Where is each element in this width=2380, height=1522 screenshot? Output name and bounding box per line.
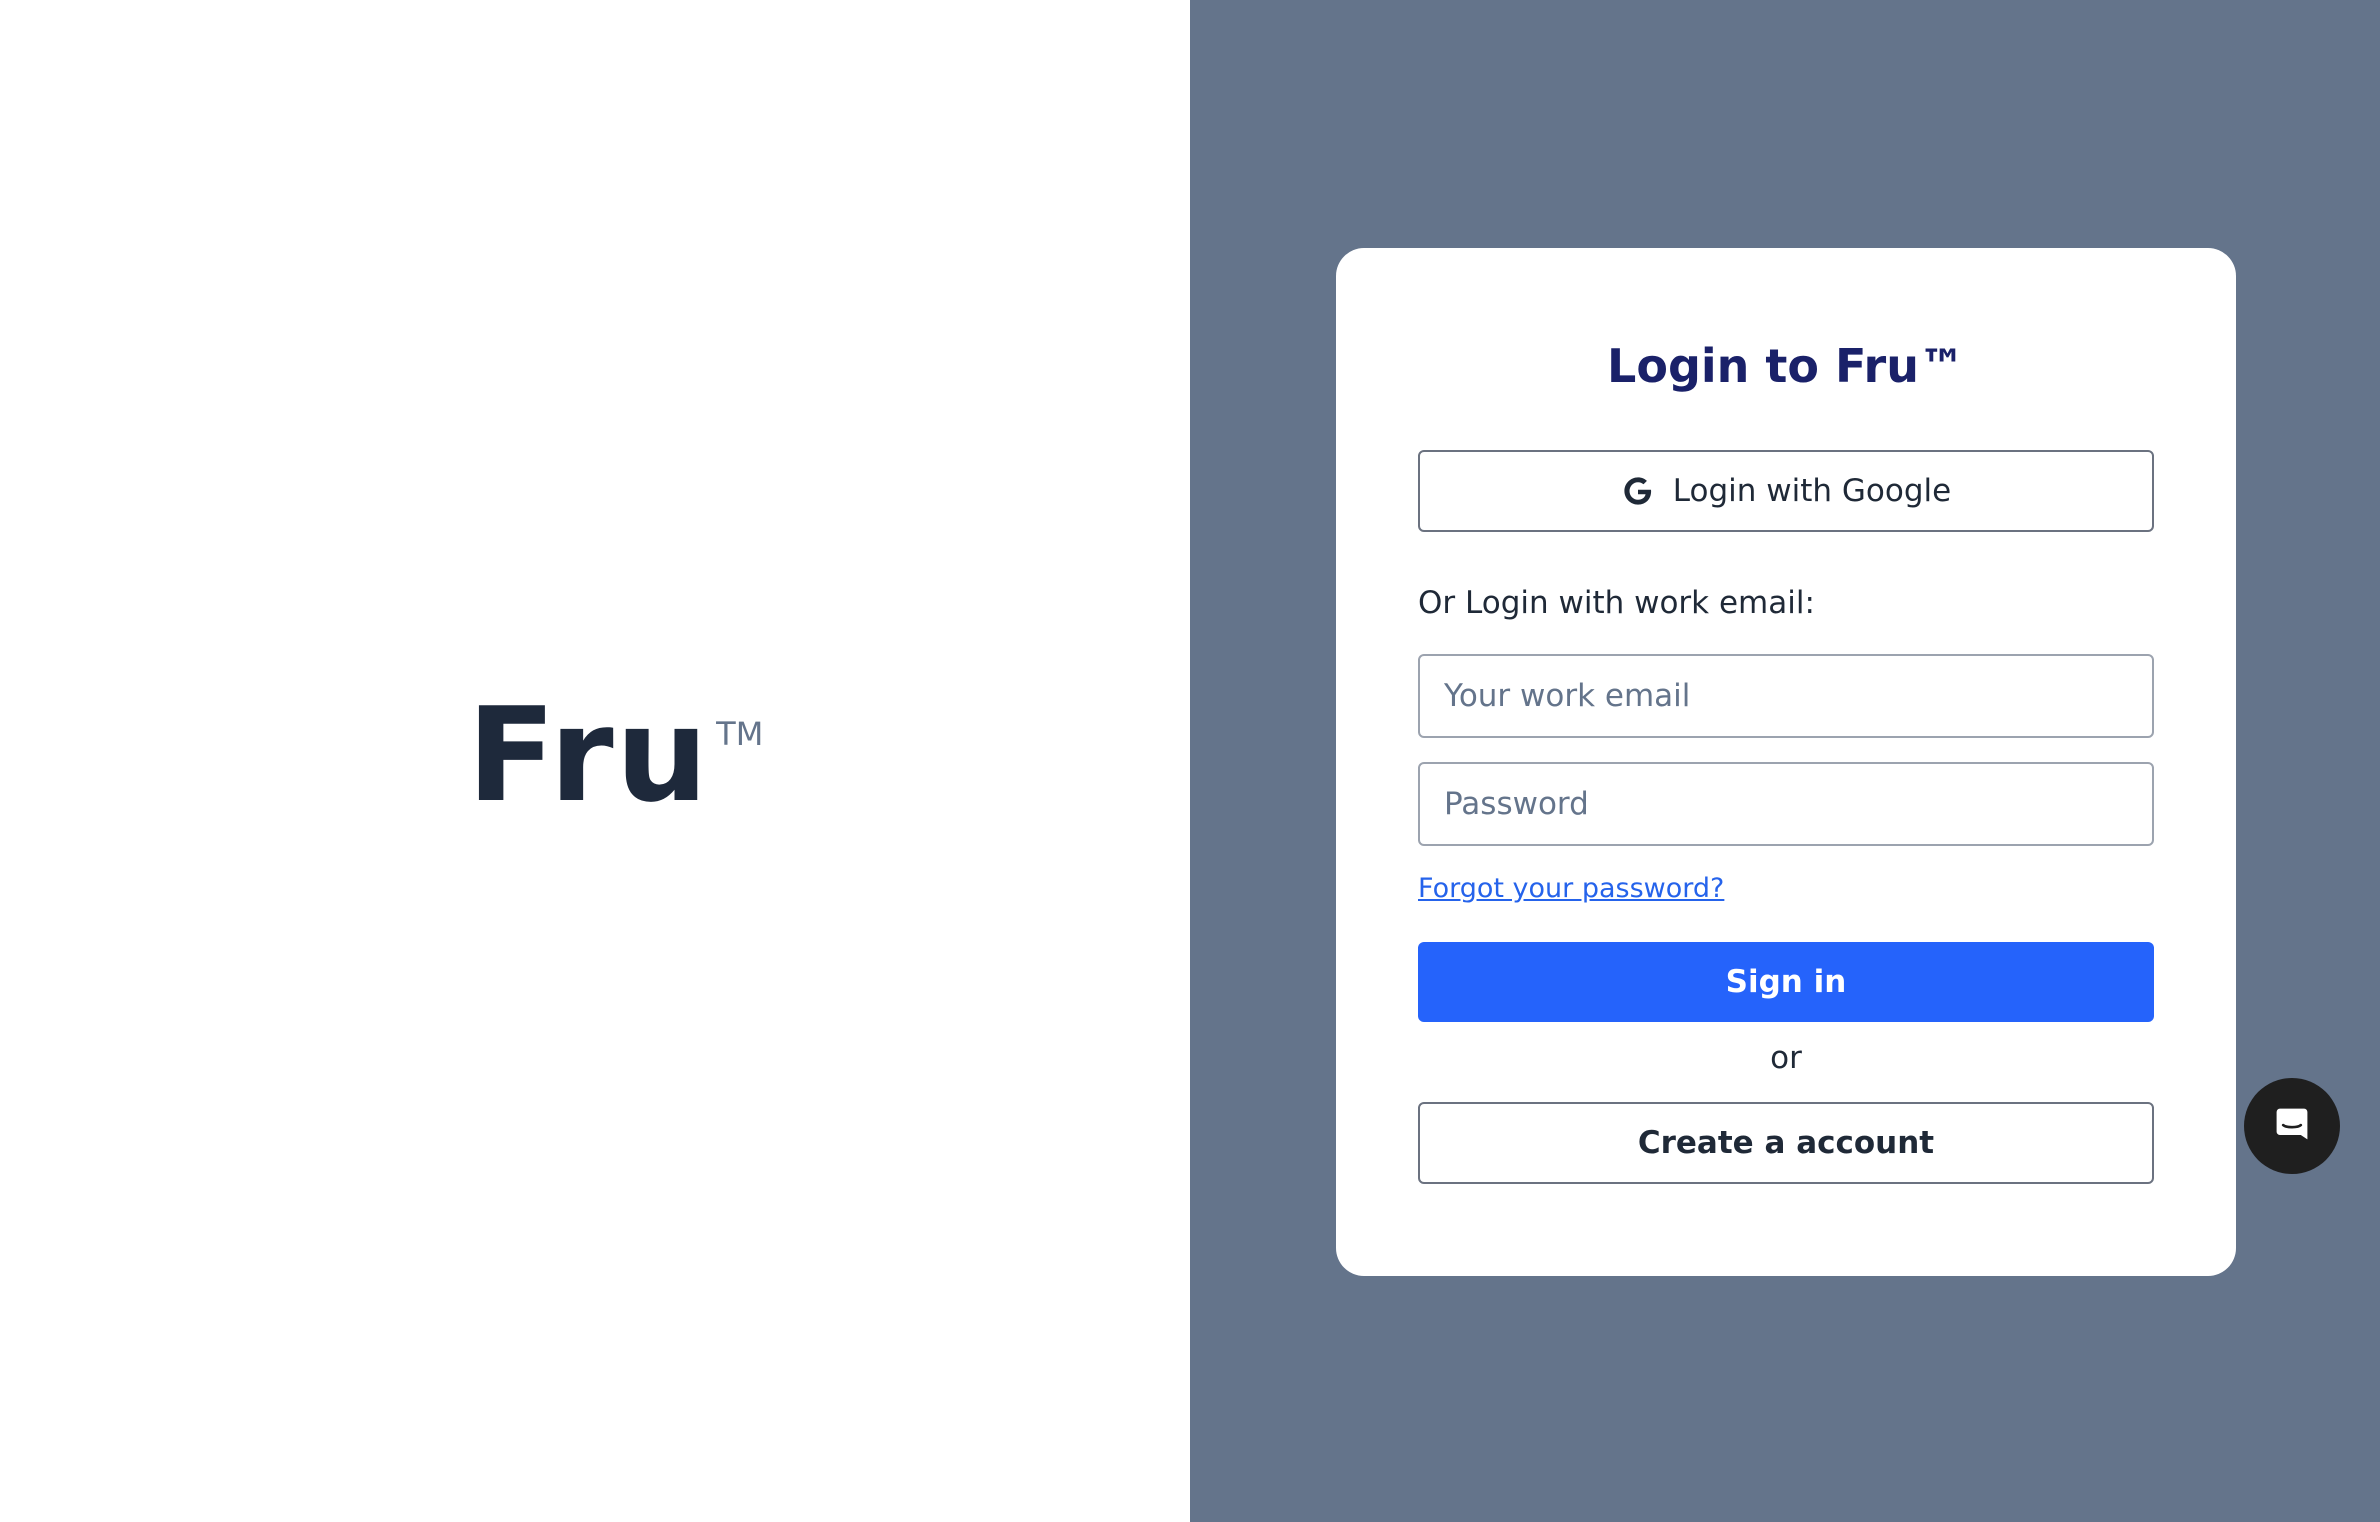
work-email-input[interactable] bbox=[1418, 654, 2154, 738]
google-button-label: Login with Google bbox=[1672, 473, 1952, 509]
login-with-google-button[interactable]: Login with Google bbox=[1418, 450, 2154, 532]
chat-launcher-button[interactable] bbox=[2244, 1078, 2340, 1174]
google-g-icon bbox=[1621, 474, 1655, 508]
create-account-button[interactable]: Create a account bbox=[1418, 1102, 2154, 1184]
work-email-label: Or Login with work email: bbox=[1418, 585, 1815, 621]
or-divider: or bbox=[1770, 1040, 1802, 1076]
password-input[interactable] bbox=[1418, 762, 2154, 846]
login-page: Fru TM Login to Fru™ Login with Google O… bbox=[0, 0, 2380, 1522]
login-card: Login to Fru™ Login with Google Or Login… bbox=[1336, 248, 2236, 1276]
login-panel: Login to Fru™ Login with Google Or Login… bbox=[1190, 0, 2380, 1522]
brand-panel: Fru TM bbox=[0, 0, 1190, 1522]
logo-trademark: TM bbox=[716, 715, 764, 753]
sign-in-button[interactable]: Sign in bbox=[1418, 942, 2154, 1022]
create-account-label: Create a account bbox=[1637, 1125, 1935, 1161]
chat-bubble-icon bbox=[2270, 1102, 2314, 1150]
brand-logo: Fru TM bbox=[467, 690, 763, 820]
logo-wordmark: Fru bbox=[467, 679, 711, 831]
login-title: Login to Fru™ bbox=[1607, 339, 1965, 393]
forgot-password-link[interactable]: Forgot your password? bbox=[1418, 872, 1724, 906]
